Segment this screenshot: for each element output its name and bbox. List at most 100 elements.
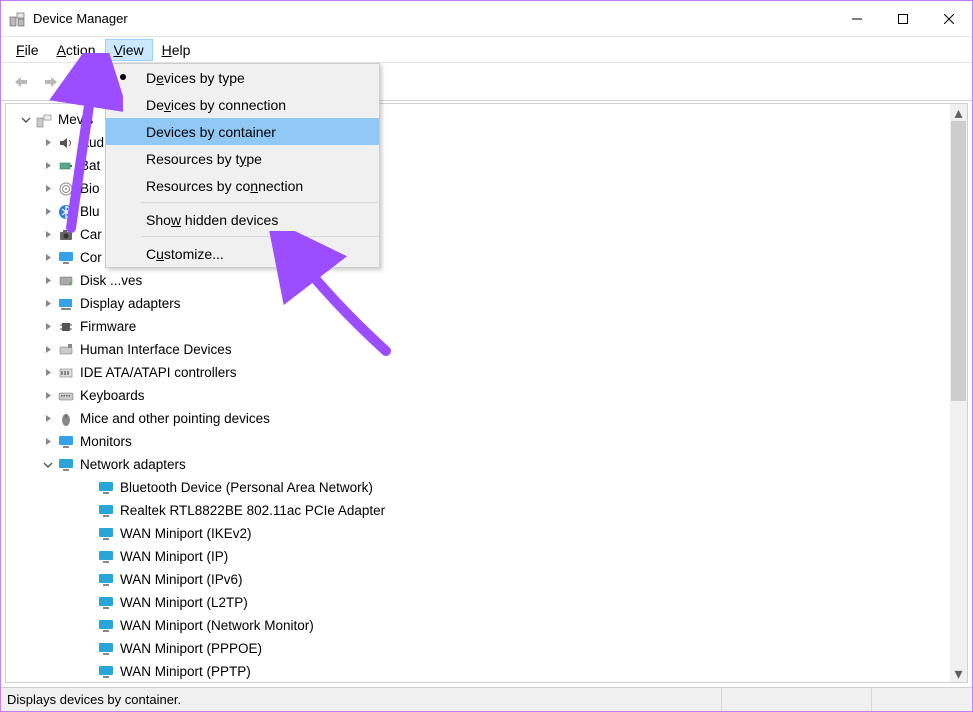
menu-devices-by-connection[interactable]: Devices by connection bbox=[106, 91, 379, 118]
network-adapter-icon bbox=[98, 503, 114, 519]
tree-leaf-net[interactable]: WAN Miniport (IKEv2) bbox=[14, 522, 967, 545]
network-adapter-icon bbox=[98, 664, 114, 680]
display-adapter-icon bbox=[58, 296, 74, 312]
vertical-scrollbar[interactable]: ▴ ▾ bbox=[950, 104, 967, 682]
tree-leaf-net[interactable]: Realtek RTL8822BE 802.11ac PCIe Adapter bbox=[14, 499, 967, 522]
expander-icon[interactable] bbox=[42, 206, 54, 218]
properties-button[interactable] bbox=[80, 70, 104, 94]
expander-icon[interactable] bbox=[42, 183, 54, 195]
expander-open-icon[interactable] bbox=[20, 114, 32, 126]
tree-item-label: Network adapters bbox=[80, 453, 186, 476]
tree-leaf-net[interactable]: WAN Miniport (L2TP) bbox=[14, 591, 967, 614]
expander-open-icon[interactable] bbox=[42, 459, 54, 471]
expander-icon[interactable] bbox=[42, 344, 54, 356]
ide-icon bbox=[58, 365, 74, 381]
tree-leaf-net[interactable]: WAN Miniport (IPv6) bbox=[14, 568, 967, 591]
tree-leaf-net[interactable]: WAN Miniport (PPPOE) bbox=[14, 637, 967, 660]
network-adapter-icon bbox=[98, 595, 114, 611]
statusbar-separator bbox=[871, 688, 872, 711]
tree-item-label: Keyboards bbox=[80, 384, 145, 407]
tree-item-monitors[interactable]: Monitors bbox=[14, 430, 967, 453]
menu-view[interactable]: View bbox=[105, 39, 153, 61]
tree-item-network[interactable]: Network adapters bbox=[14, 453, 967, 476]
tree-leaf-net[interactable]: WAN Miniport (IP) bbox=[14, 545, 967, 568]
view-dropdown-menu: Devices by type Devices by connection De… bbox=[105, 63, 380, 268]
expander-icon[interactable] bbox=[42, 137, 54, 149]
statusbar-text: Displays devices by container. bbox=[7, 692, 181, 707]
scroll-thumb[interactable] bbox=[951, 121, 966, 401]
tree-leaf-label: WAN Miniport (Network Monitor) bbox=[120, 614, 314, 637]
menu-show-hidden[interactable]: Show hidden devices bbox=[106, 206, 379, 233]
monitor-icon bbox=[58, 434, 74, 450]
menu-action[interactable]: Action bbox=[48, 39, 105, 61]
tree-item-mice[interactable]: Mice and other pointing devices bbox=[14, 407, 967, 430]
computer-icon bbox=[36, 112, 52, 128]
menu-customize[interactable]: Customize... bbox=[106, 240, 379, 267]
network-adapter-icon bbox=[98, 526, 114, 542]
tree-leaf-label: Realtek RTL8822BE 802.11ac PCIe Adapter bbox=[120, 499, 385, 522]
tree-item-disk[interactable]: Disk ...ves bbox=[14, 269, 967, 292]
tree-root-label: Mevis bbox=[58, 108, 93, 131]
menu-separator bbox=[141, 236, 378, 237]
menu-item-label: Show hidden devices bbox=[146, 212, 278, 228]
menu-help[interactable]: Help bbox=[153, 39, 200, 61]
tree-item-label: Firmware bbox=[80, 315, 136, 338]
chip-icon bbox=[58, 319, 74, 335]
maximize-button[interactable] bbox=[880, 1, 926, 37]
expander-icon[interactable] bbox=[42, 413, 54, 425]
tree-leaf-net[interactable]: WAN Miniport (Network Monitor) bbox=[14, 614, 967, 637]
tree-leaf-net[interactable]: WAN Miniport (PPTP) bbox=[14, 660, 967, 683]
tree-item-hid[interactable]: Human Interface Devices bbox=[14, 338, 967, 361]
expander-icon[interactable] bbox=[42, 298, 54, 310]
menu-item-label: Devices by type bbox=[146, 70, 245, 86]
titlebar: Device Manager bbox=[1, 1, 972, 37]
tree-leaf-label: WAN Miniport (L2TP) bbox=[120, 591, 248, 614]
tree-item-label: Display adapters bbox=[80, 292, 181, 315]
menu-devices-by-type[interactable]: Devices by type bbox=[106, 64, 379, 91]
keyboard-icon bbox=[58, 388, 74, 404]
menu-resources-by-connection[interactable]: Resources by connection bbox=[106, 172, 379, 199]
back-button[interactable] bbox=[9, 70, 33, 94]
radio-check-icon bbox=[120, 74, 126, 80]
scroll-up-icon[interactable]: ▴ bbox=[950, 104, 967, 121]
menu-item-label: Devices by container bbox=[146, 124, 276, 140]
fingerprint-icon bbox=[58, 181, 74, 197]
tree-item-display[interactable]: Display adapters bbox=[14, 292, 967, 315]
menu-item-label: Devices by connection bbox=[146, 97, 286, 113]
menu-file[interactable]: File bbox=[7, 39, 48, 61]
tree-leaf-label: WAN Miniport (PPPOE) bbox=[120, 637, 262, 660]
expander-icon[interactable] bbox=[42, 229, 54, 241]
disk-icon bbox=[58, 273, 74, 289]
minimize-button[interactable] bbox=[834, 1, 880, 37]
tree-item-label: Monitors bbox=[80, 430, 132, 453]
toolbar-separator bbox=[71, 71, 72, 93]
scroll-down-icon[interactable]: ▾ bbox=[950, 665, 967, 682]
expander-icon[interactable] bbox=[42, 252, 54, 264]
tree-leaf-net[interactable]: Bluetooth Device (Personal Area Network) bbox=[14, 476, 967, 499]
expander-icon[interactable] bbox=[42, 367, 54, 379]
tree-item-label: Aud bbox=[80, 131, 104, 154]
tree-leaf-label: WAN Miniport (IP) bbox=[120, 545, 228, 568]
monitor-icon bbox=[58, 250, 74, 266]
tree-leaf-label: WAN Miniport (IKEv2) bbox=[120, 522, 252, 545]
close-button[interactable] bbox=[926, 1, 972, 37]
tree-item-firmware[interactable]: Firmware bbox=[14, 315, 967, 338]
app-icon bbox=[9, 11, 25, 27]
expander-icon[interactable] bbox=[42, 275, 54, 287]
statusbar-separator bbox=[721, 688, 722, 711]
tree-item-ide[interactable]: IDE ATA/ATAPI controllers bbox=[14, 361, 967, 384]
mouse-icon bbox=[58, 411, 74, 427]
menu-separator bbox=[141, 202, 378, 203]
expander-icon[interactable] bbox=[42, 160, 54, 172]
expander-icon[interactable] bbox=[42, 436, 54, 448]
menu-item-label: Customize... bbox=[146, 246, 224, 262]
tree-item-keyboards[interactable]: Keyboards bbox=[14, 384, 967, 407]
tree-item-label: Disk ...ves bbox=[80, 269, 142, 292]
network-adapter-icon bbox=[98, 480, 114, 496]
expander-icon[interactable] bbox=[42, 390, 54, 402]
menu-devices-by-container[interactable]: Devices by container bbox=[106, 118, 379, 145]
tree-item-label: Car bbox=[80, 223, 102, 246]
menu-resources-by-type[interactable]: Resources by type bbox=[106, 145, 379, 172]
expander-icon[interactable] bbox=[42, 321, 54, 333]
forward-button[interactable] bbox=[39, 70, 63, 94]
